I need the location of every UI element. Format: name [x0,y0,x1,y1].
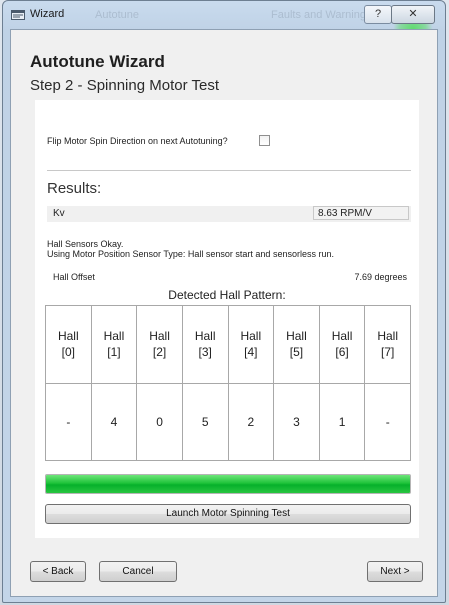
hall-value-cell: - [364,382,411,461]
launch-motor-test-button[interactable]: Launch Motor Spinning Test [45,504,411,524]
close-button[interactable]: ✕ [391,5,435,24]
hall-header-cell: Hall [5] [273,305,320,384]
sensor-type-text: Using Motor Position Sensor Type: Hall s… [47,249,334,259]
wizard-window: Wizard Autotune Faults and Warnings ? ✕ … [2,0,446,603]
hall-header-cell: Hall [0] [45,305,92,384]
back-button[interactable]: < Back [30,561,86,582]
help-button[interactable]: ? [364,5,392,24]
hall-pattern-table: Hall [0] Hall [1] Hall [2] Hall [3] Hall [4] … [45,305,411,461]
kv-row: Kv 8.63 RPM/V [47,206,411,222]
kv-value-field: 8.63 RPM/V [313,206,409,220]
background-tab-label: Autotune [95,9,140,21]
results-heading: Results: [47,180,102,197]
hall-value-cell: - [45,382,92,461]
hall-header-cell: Hall [1] [90,305,138,384]
hall-pattern-title: Detected Hall Pattern: [168,288,286,302]
window-title: Wizard [30,8,65,20]
section-divider [47,170,411,171]
hall-offset-value: 7.69 degrees [354,272,407,282]
hall-value-cell: 5 [181,382,229,461]
hall-value-cell: 4 [90,382,138,461]
hall-value-row: - 4 0 5 2 3 1 - [45,382,411,461]
hall-header-cell: Hall [7] [364,305,411,384]
hall-offset-label: Hall Offset [53,272,95,282]
flip-direction-checkbox[interactable] [259,135,270,146]
background-tab-label: Faults and Warnings [271,9,372,21]
hall-value-cell: 3 [273,382,320,461]
hall-value-cell: 2 [227,382,275,461]
hall-value-cell: 1 [318,382,366,461]
step-title: Step 2 - Spinning Motor Test [30,77,219,94]
wizard-window-icon [11,10,25,20]
hall-header-cell: Hall [2] [136,305,183,384]
kv-label: Kv [53,208,65,219]
cancel-button[interactable]: Cancel [99,561,177,582]
flip-direction-label: Flip Motor Spin Direction on next Autotu… [47,136,228,146]
step-panel: Flip Motor Spin Direction on next Autotu… [35,100,419,538]
test-progress-fill [46,475,410,493]
close-icon: ✕ [408,8,418,20]
hall-header-cell: Hall [4] [227,305,275,384]
next-button[interactable]: Next > [367,561,423,582]
hall-value-cell: 0 [136,382,183,461]
help-icon: ? [374,8,382,20]
hall-header-row: Hall [0] Hall [1] Hall [2] Hall [3] Hall [4] … [45,305,411,384]
wizard-client-area: Autotune Wizard Step 2 - Spinning Motor … [10,29,438,597]
hall-header-cell: Hall [3] [181,305,229,384]
test-progress-bar [45,474,411,494]
title-bar[interactable]: Wizard Autotune Faults and Warnings ? ✕ [3,1,445,49]
hall-status-text: Hall Sensors Okay. [47,239,124,249]
page-title: Autotune Wizard [30,52,165,71]
hall-header-cell: Hall [6] [318,305,366,384]
